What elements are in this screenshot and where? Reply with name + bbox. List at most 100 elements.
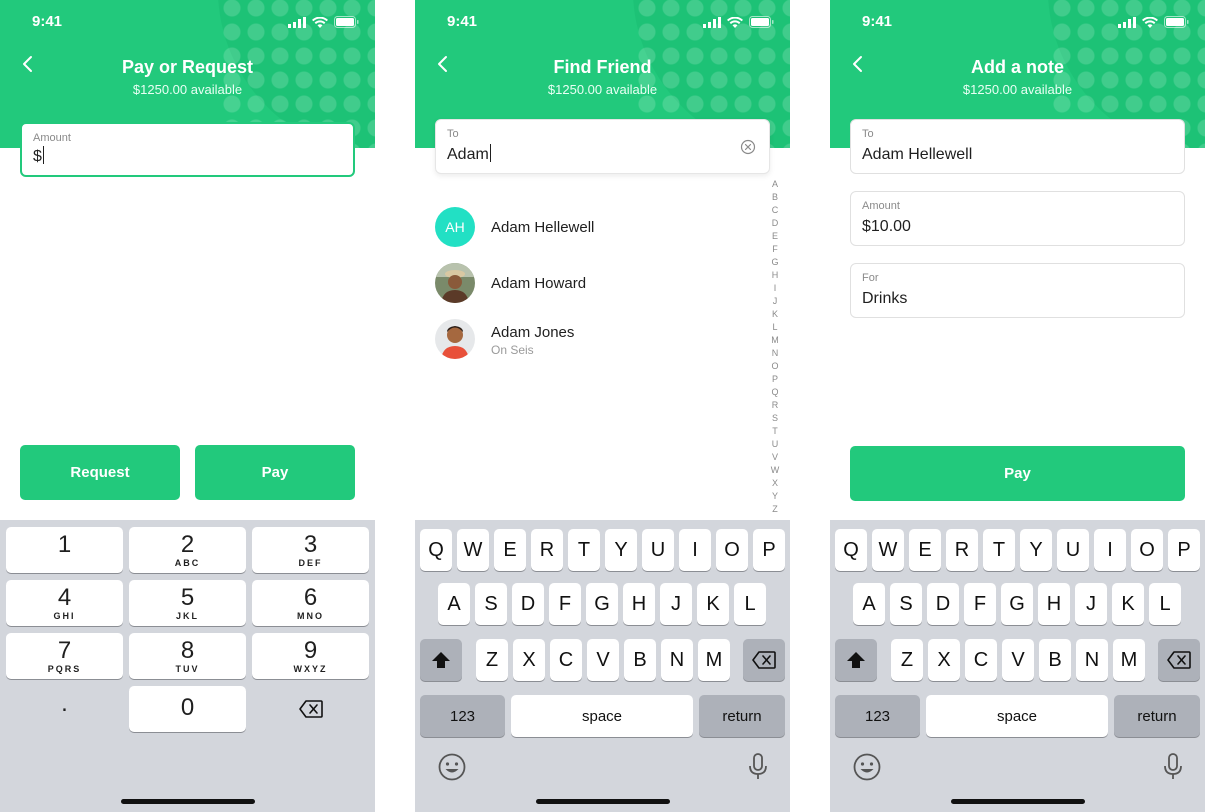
key-w[interactable]: W [872,529,904,571]
index-letter[interactable]: P [767,373,783,386]
key-a[interactable]: A [438,583,470,625]
index-letter[interactable]: V [767,451,783,464]
index-letter[interactable]: C [767,204,783,217]
key-9[interactable]: 9 WXYZ [252,633,369,679]
return-key[interactable]: return [699,695,785,737]
key-0[interactable]: 0 [129,686,246,732]
amount-input[interactable]: Amount $ [20,122,355,177]
index-letter[interactable]: L [767,321,783,334]
key-1[interactable]: 1 [6,527,123,573]
key-d[interactable]: D [927,583,959,625]
shift-key[interactable] [420,639,462,681]
key-y[interactable]: Y [1020,529,1052,571]
index-letter[interactable]: G [767,256,783,269]
key-w[interactable]: W [457,529,489,571]
pay-button[interactable]: Pay [195,445,355,500]
key-i[interactable]: I [679,529,711,571]
request-button[interactable]: Request [20,445,180,500]
index-letter[interactable]: U [767,438,783,451]
key-s[interactable]: S [475,583,507,625]
amount-field[interactable]: Amount $10.00 [850,191,1185,246]
numbers-key[interactable]: 123 [420,695,505,737]
space-key[interactable]: space [511,695,693,737]
numbers-key[interactable]: 123 [835,695,920,737]
return-key[interactable]: return [1114,695,1200,737]
for-field[interactable]: For Drinks [850,263,1185,318]
key-v[interactable]: V [1002,639,1034,681]
key-d[interactable]: D [512,583,544,625]
index-letter[interactable]: X [767,477,783,490]
key-4[interactable]: 4 GHI [6,580,123,626]
key-l[interactable]: L [734,583,766,625]
key-b[interactable]: B [624,639,656,681]
key-n[interactable]: N [661,639,693,681]
index-letter[interactable]: J [767,295,783,308]
key-p[interactable]: P [1168,529,1200,571]
key-k[interactable]: K [697,583,729,625]
key-f[interactable]: F [549,583,581,625]
key-a[interactable]: A [853,583,885,625]
key-7[interactable]: 7 PQRS [6,633,123,679]
alphabet-index[interactable]: ABCDEFGHIJKLMNOPQRSTUVWXYZ [767,178,783,516]
index-letter[interactable]: F [767,243,783,256]
key-r[interactable]: R [531,529,563,571]
space-key[interactable]: space [926,695,1108,737]
key-e[interactable]: E [909,529,941,571]
index-letter[interactable]: D [767,217,783,230]
key-t[interactable]: T [568,529,600,571]
key-f[interactable]: F [964,583,996,625]
key-g[interactable]: G [1001,583,1033,625]
key-g[interactable]: G [586,583,618,625]
index-letter[interactable]: I [767,282,783,295]
key-2[interactable]: 2 ABC [129,527,246,573]
contact-item[interactable]: Adam Jones On Seis [435,319,765,361]
key-h[interactable]: H [1038,583,1070,625]
key-e[interactable]: E [494,529,526,571]
delete-key[interactable] [1158,639,1200,681]
clear-icon[interactable] [740,139,756,155]
contact-item[interactable]: AH Adam Hellewell [435,207,765,249]
index-letter[interactable]: B [767,191,783,204]
key-l[interactable]: L [1149,583,1181,625]
key-o[interactable]: O [1131,529,1163,571]
key-j[interactable]: J [660,583,692,625]
microphone-icon[interactable] [748,752,768,782]
index-letter[interactable]: M [767,334,783,347]
key-z[interactable]: Z [476,639,508,681]
key-x[interactable]: X [928,639,960,681]
key-v[interactable]: V [587,639,619,681]
index-letter[interactable]: W [767,464,783,477]
index-letter[interactable]: T [767,425,783,438]
index-letter[interactable]: H [767,269,783,282]
index-letter[interactable]: N [767,347,783,360]
key-h[interactable]: H [623,583,655,625]
backspace-key[interactable] [252,686,369,732]
pay-button[interactable]: Pay [850,446,1185,501]
emoji-icon[interactable] [437,752,467,782]
key-s[interactable]: S [890,583,922,625]
key-3[interactable]: 3 DEF [252,527,369,573]
key-m[interactable]: M [698,639,730,681]
key-q[interactable]: Q [420,529,452,571]
key-o[interactable]: O [716,529,748,571]
to-field[interactable]: To Adam Hellewell [850,119,1185,174]
key-u[interactable]: U [642,529,674,571]
key-b[interactable]: B [1039,639,1071,681]
index-letter[interactable]: Z [767,503,783,516]
index-letter[interactable]: Q [767,386,783,399]
key-c[interactable]: C [550,639,582,681]
key-u[interactable]: U [1057,529,1089,571]
key-m[interactable]: M [1113,639,1145,681]
key-x[interactable]: X [513,639,545,681]
index-letter[interactable]: A [767,178,783,191]
key-r[interactable]: R [946,529,978,571]
index-letter[interactable]: R [767,399,783,412]
key-decimal[interactable]: . [6,686,123,732]
emoji-icon[interactable] [852,752,882,782]
index-letter[interactable]: Y [767,490,783,503]
contact-item[interactable]: Adam Howard [435,263,765,305]
key-i[interactable]: I [1094,529,1126,571]
key-c[interactable]: C [965,639,997,681]
key-t[interactable]: T [983,529,1015,571]
key-q[interactable]: Q [835,529,867,571]
